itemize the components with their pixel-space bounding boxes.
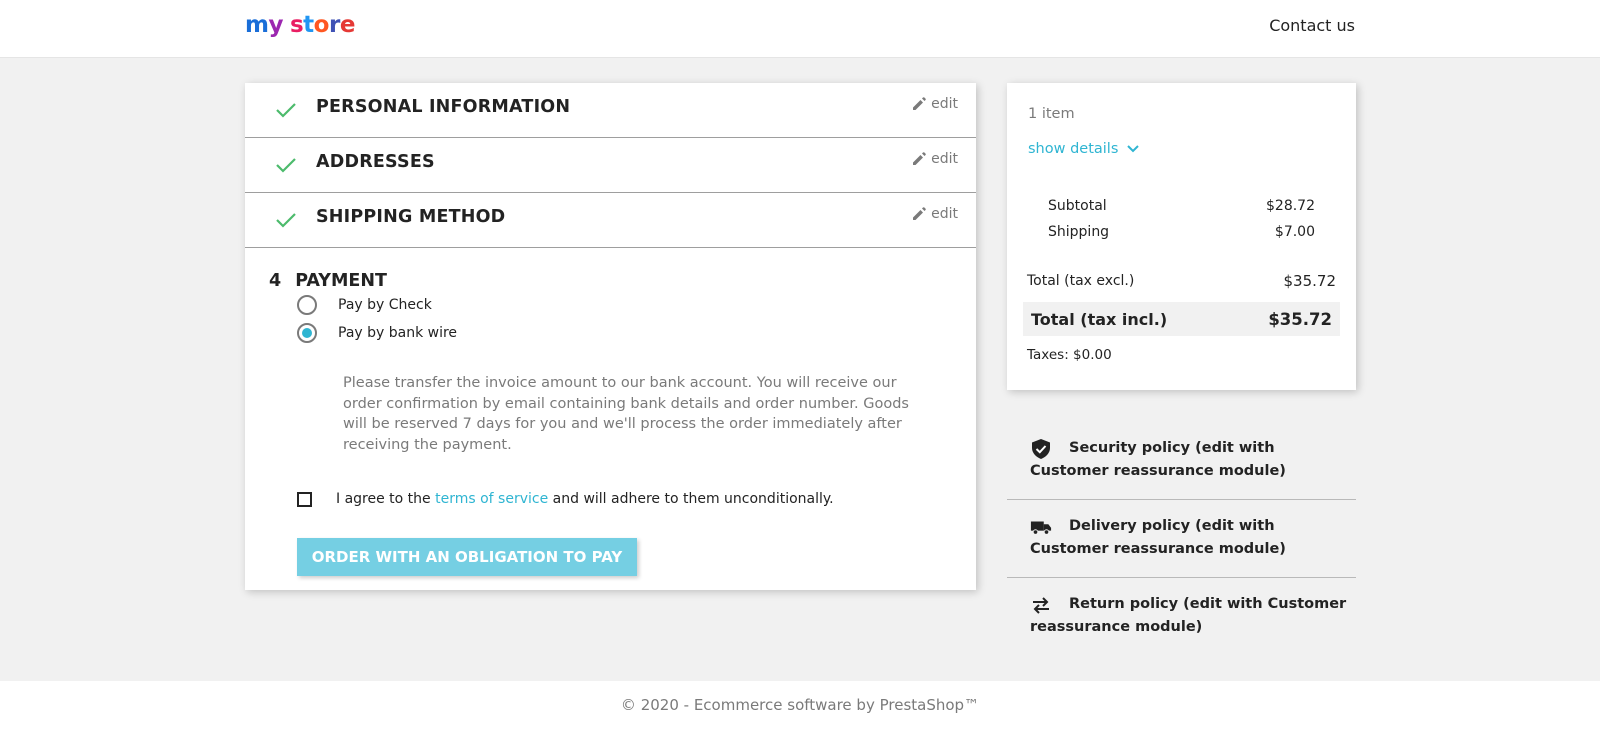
place-order-button[interactable]: ORDER WITH AN OBLIGATION TO PAY [297,538,637,576]
total-incl-row: Total (tax incl.) $35.72 [1023,302,1340,336]
pay-by-check-radio[interactable] [297,295,317,315]
truck-icon [1030,521,1052,535]
total-excl-label: Total (tax excl.) [1027,273,1135,289]
payment-step-heading: 4 PAYMENT [269,271,387,291]
edit-shipping-method-button[interactable]: edit [912,206,958,222]
step-shipping-method: SHIPPING METHOD edit [245,193,976,248]
pencil-icon [913,207,926,220]
show-details-toggle[interactable]: show details [1028,141,1140,157]
shipping-label: Shipping [1048,224,1110,240]
divider [1007,499,1356,500]
check-icon [276,158,296,173]
security-policy-text: Security policy (edit with Customer reas… [1030,440,1286,479]
edit-label: edit [931,151,958,167]
contact-us-link[interactable]: Contact us [1269,16,1355,35]
step-addresses: ADDRESSES edit [245,138,976,193]
check-icon [276,213,296,228]
delivery-policy-text: Delivery policy (edit with Customer reas… [1030,518,1286,557]
site-header: my store Contact us [0,0,1600,58]
shipping-value: $7.00 [1274,224,1315,240]
step-title: SHIPPING METHOD [316,207,506,227]
cart-summary: 1 item show details Subtotal $28.72 Ship… [1007,83,1356,390]
subtotal-value: $28.72 [1266,198,1315,214]
pay-by-bank-wire-radio[interactable] [297,323,317,343]
payment-option-bank-wire[interactable]: Pay by bank wire [297,323,457,343]
check-icon [276,103,296,118]
taxes-label: Taxes: $0.00 [1027,347,1112,363]
pencil-icon [913,97,926,110]
payment-option-label: Pay by Check [338,297,432,313]
checkout-steps: PERSONAL INFORMATION edit ADDRESSES edit… [245,83,976,590]
return-policy-text: Return policy (edit with Customer reassu… [1030,596,1347,635]
site-footer: © 2020 - Ecommerce software by PrestaSho… [0,681,1600,745]
items-count: 1 item [1028,106,1075,122]
show-details-label: show details [1028,141,1119,157]
step-number: 4 [269,271,282,291]
edit-label: edit [931,96,958,112]
store-logo[interactable]: my store [245,12,355,38]
agree-prefix: I agree to the [336,491,431,507]
edit-label: edit [931,206,958,222]
terms-checkbox[interactable] [297,491,312,507]
pencil-icon [913,152,926,165]
edit-addresses-button[interactable]: edit [912,151,958,167]
total-incl-label: Total (tax incl.) [1031,310,1168,329]
subtotal-label: Subtotal [1048,198,1107,214]
delivery-policy-block: Delivery policy (edit with Customer reas… [1007,515,1356,561]
terms-of-service-link[interactable]: terms of service [435,491,548,507]
step-title: ADDRESSES [316,152,435,172]
swap-arrows-icon [1033,597,1049,614]
total-incl-value: $35.72 [1268,310,1332,329]
payment-option-check[interactable]: Pay by Check [297,295,432,315]
bank-wire-description: Please transfer the invoice amount to ou… [343,375,909,453]
security-policy-block: Security policy (edit with Customer reas… [1007,437,1356,483]
step-title: PAYMENT [295,271,387,291]
shield-check-icon [1032,439,1050,459]
agree-suffix: and will adhere to them unconditionally. [552,491,834,507]
chevron-down-icon [1127,145,1140,153]
return-policy-block: Return policy (edit with Customer reassu… [1007,593,1356,639]
step-title: PERSONAL INFORMATION [316,97,571,117]
edit-personal-information-button[interactable]: edit [912,96,958,112]
step-personal-information: PERSONAL INFORMATION edit [245,83,976,138]
total-excl-value: $35.72 [1283,272,1337,290]
payment-option-label: Pay by bank wire [338,325,458,341]
divider [1007,577,1356,578]
copyright-text: © 2020 - Ecommerce software by PrestaSho… [620,696,980,714]
terms-agreement: I agree to the terms of service and will… [297,491,834,507]
